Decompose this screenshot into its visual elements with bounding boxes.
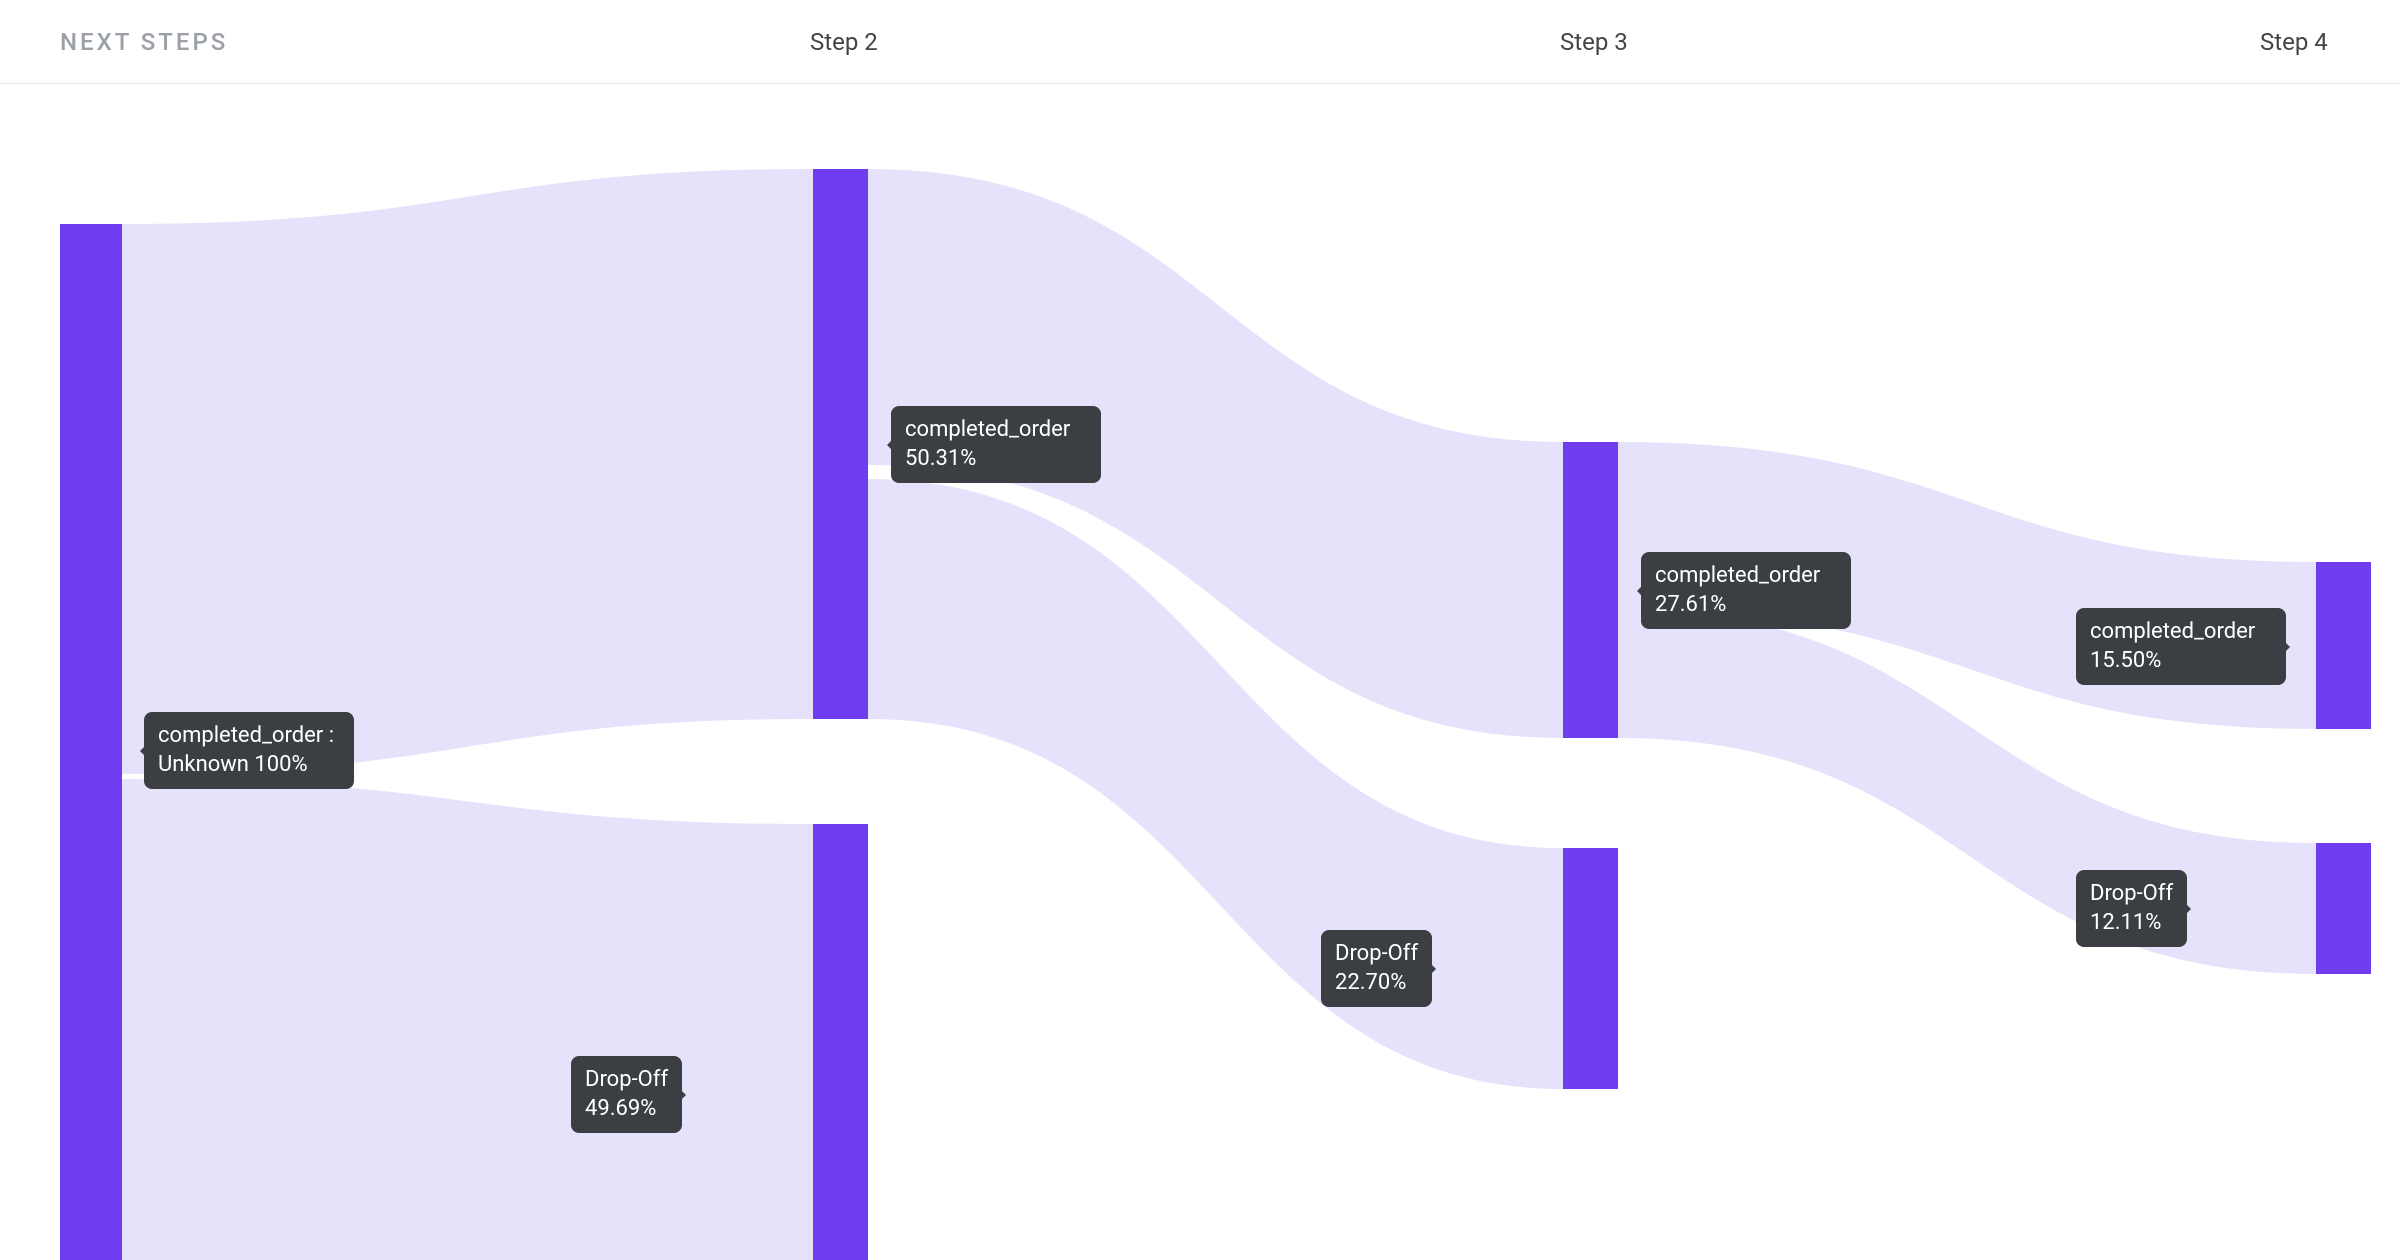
tooltip-pct: 50.31%	[905, 446, 976, 471]
node-step3-completed[interactable]	[1563, 442, 1618, 738]
tooltip-pct: 49.69%	[585, 1096, 656, 1121]
flow-s1-s2-completed[interactable]	[122, 169, 813, 774]
sankey-chart: completed_order : Unknown 100% completed…	[0, 84, 2400, 1260]
header-left-label: NEXT STEPS	[60, 28, 228, 56]
header-step-2: Step 2	[810, 28, 878, 56]
node-step3-dropoff[interactable]	[1563, 848, 1618, 1089]
tooltip-pct: 27.61%	[1655, 592, 1726, 617]
tooltip-step2-dropoff: Drop-Off 49.69%	[571, 1056, 682, 1133]
tooltip-label: Drop-Off	[585, 1067, 668, 1092]
flow-s1-s2-dropoff[interactable]	[122, 779, 813, 1260]
tooltip-label: completed_order	[905, 417, 1070, 442]
tooltip-step4-completed: completed_order 15.50%	[2076, 608, 2286, 685]
tooltip-label: Drop-Off	[1335, 941, 1418, 966]
header-step-3: Step 3	[1560, 28, 1628, 56]
tooltip-label: completed_order	[1655, 563, 1820, 588]
node-step2-dropoff[interactable]	[813, 824, 868, 1260]
header: NEXT STEPS Step 2 Step 3 Step 4	[0, 0, 2400, 84]
tooltip-step4-dropoff: Drop-Off 12.11%	[2076, 870, 2187, 947]
node-step1[interactable]	[60, 224, 122, 1260]
header-step-4: Step 4	[2260, 28, 2328, 56]
tooltip-step1-node: completed_order : Unknown 100%	[144, 712, 354, 789]
tooltip-step3-completed: completed_order 27.61%	[1641, 552, 1851, 629]
node-step4-dropoff[interactable]	[2316, 843, 2371, 974]
sankey-flows	[122, 169, 2316, 1260]
tooltip-pct: 12.11%	[2090, 910, 2161, 935]
tooltip-label: Drop-Off	[2090, 881, 2173, 906]
sankey-svg	[0, 84, 2400, 1260]
tooltip-pct: 15.50%	[2090, 648, 2161, 673]
node-step4-completed[interactable]	[2316, 562, 2371, 729]
tooltip-pct: 22.70%	[1335, 970, 1406, 995]
tooltip-pct: 100%	[254, 752, 307, 777]
node-step2-completed[interactable]	[813, 169, 868, 719]
tooltip-step3-dropoff: Drop-Off 22.70%	[1321, 930, 1432, 1007]
tooltip-label: completed_order	[2090, 619, 2255, 644]
tooltip-step2-completed: completed_order 50.31%	[891, 406, 1101, 483]
